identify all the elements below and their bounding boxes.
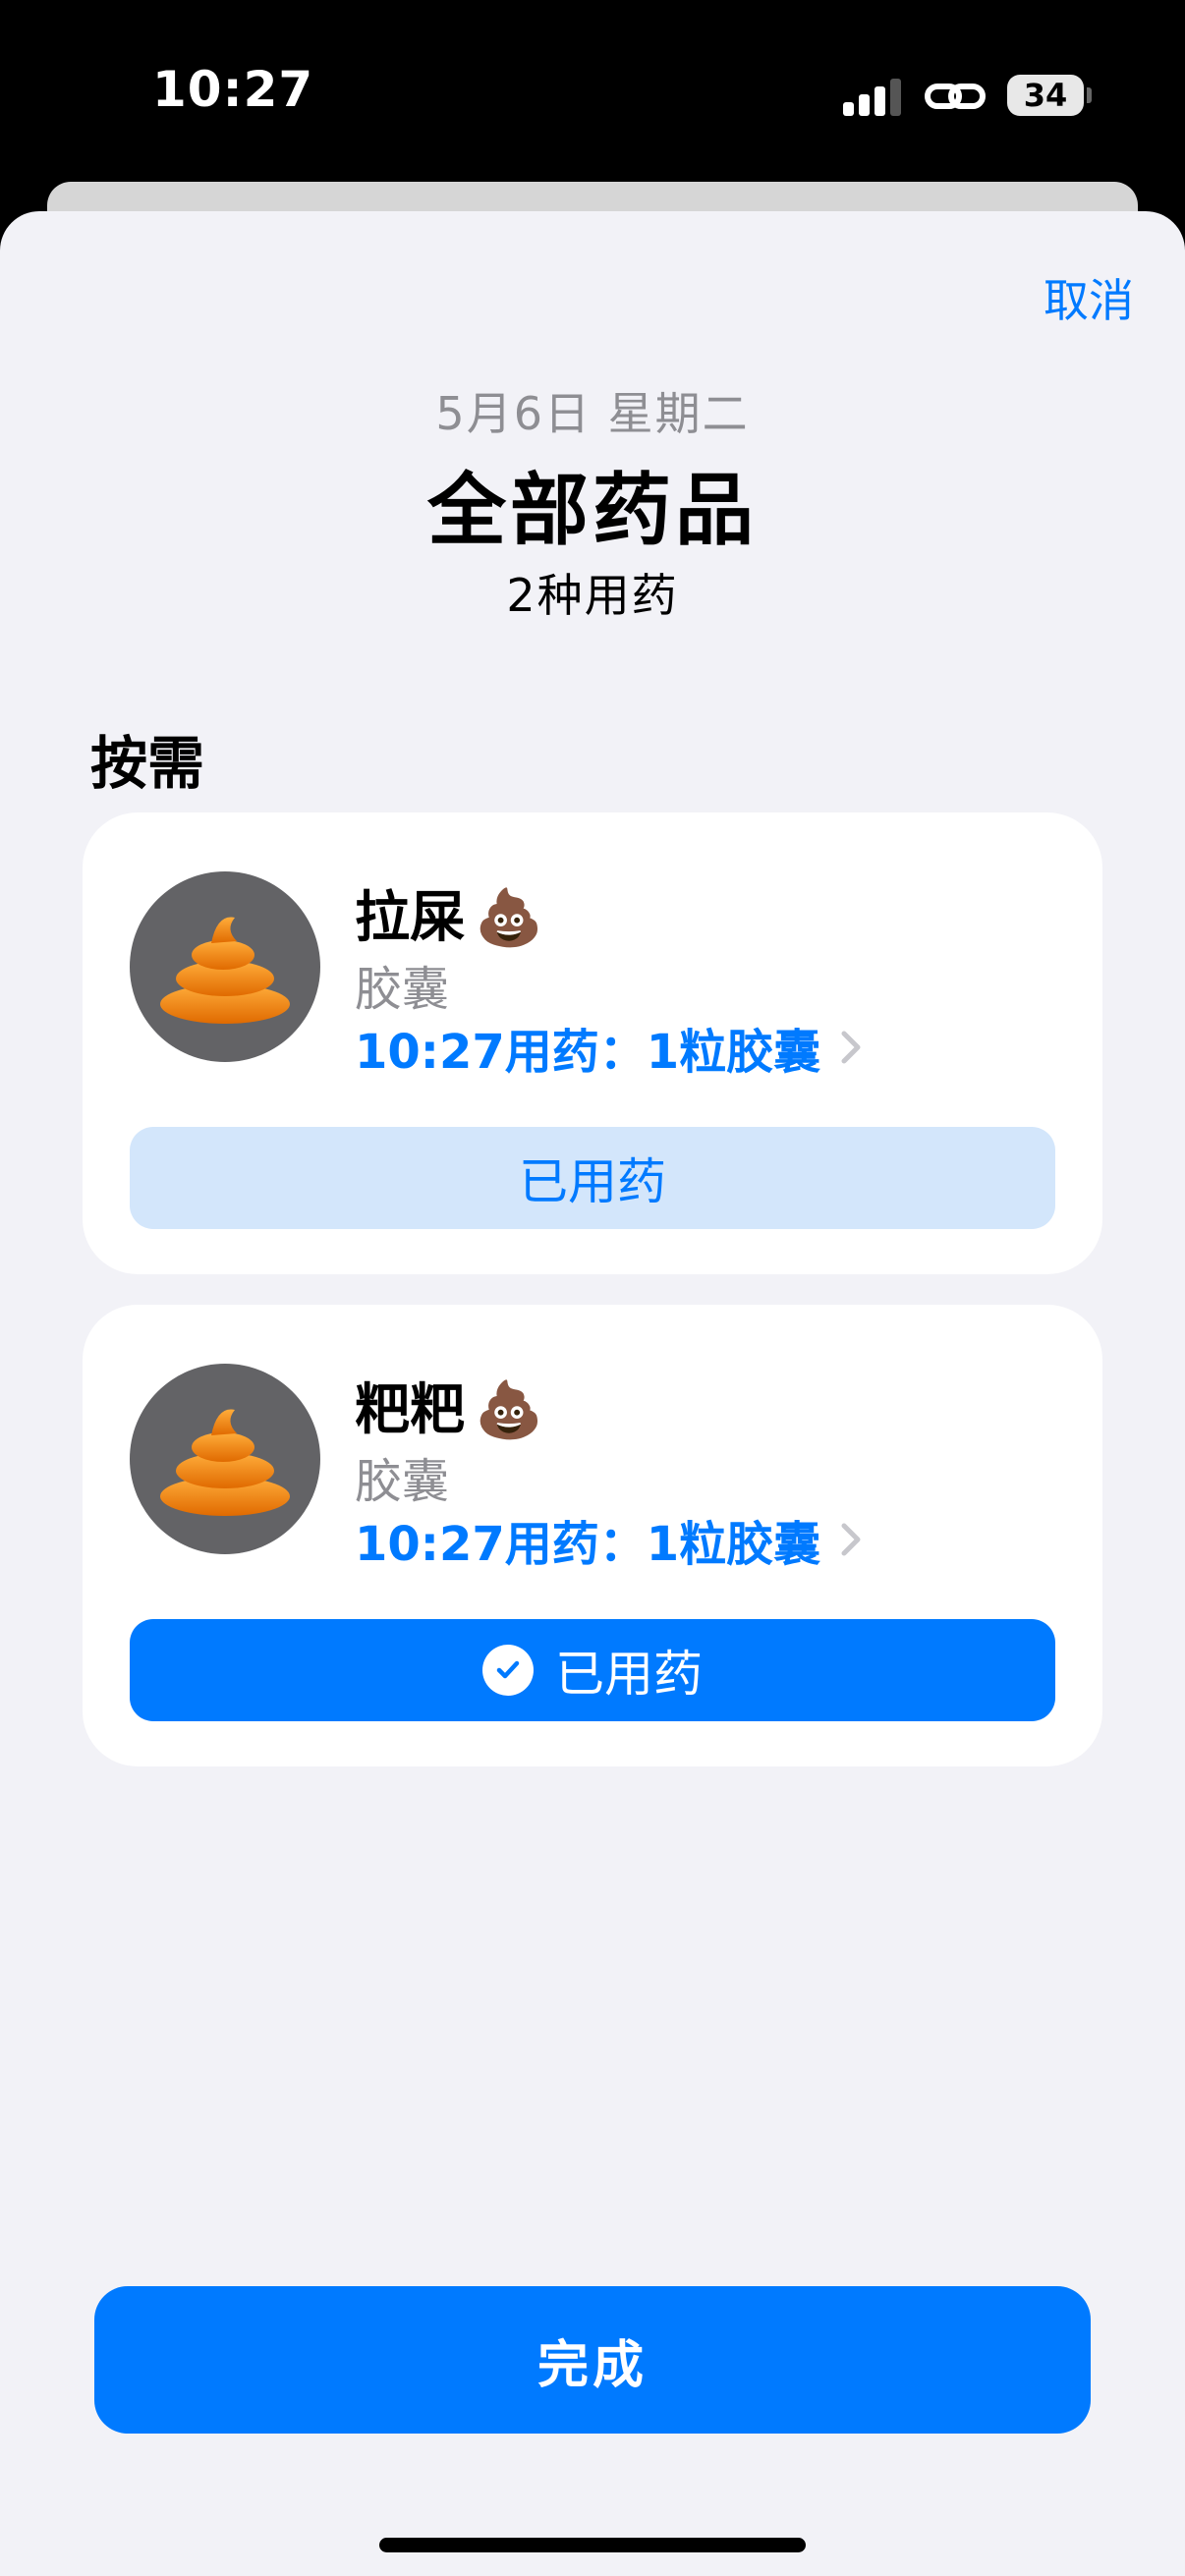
status-time: 10:27 bbox=[152, 61, 314, 118]
cancel-button[interactable]: 取消 bbox=[1044, 265, 1134, 330]
page-title: 全部药品 bbox=[427, 465, 758, 556]
medication-avatar bbox=[130, 871, 320, 1062]
section-title: 按需 bbox=[90, 730, 205, 797]
taken-button[interactable]: 已用药 bbox=[130, 1619, 1055, 1721]
dose-link[interactable]: 10:27用药：1粒胶囊 bbox=[355, 1013, 862, 1082]
dose-link[interactable]: 10:27用药：1粒胶囊 bbox=[355, 1505, 862, 1574]
checkmark-circle-icon bbox=[482, 1645, 534, 1696]
medication-card: 粑粑 💩 胶囊 10:27用药：1粒胶囊 已用药 bbox=[83, 1305, 1102, 1766]
medication-name: 粑粑 💩 bbox=[355, 1366, 543, 1445]
chevron-right-icon bbox=[841, 1523, 861, 1556]
poop-emoji-icon: 💩 bbox=[475, 886, 543, 950]
medication-count: 2种用药 bbox=[506, 569, 679, 622]
dose-text: 10:27用药：1粒胶囊 bbox=[355, 1517, 821, 1572]
date-label: 5月6日 星期二 bbox=[435, 387, 750, 440]
link-icon bbox=[925, 84, 986, 109]
home-indicator bbox=[379, 2538, 806, 2552]
battery-icon: 34 bbox=[1007, 75, 1084, 116]
battery-level: 34 bbox=[1023, 77, 1068, 114]
mark-taken-button[interactable]: 已用药 bbox=[130, 1127, 1055, 1229]
chevron-right-icon bbox=[841, 1031, 861, 1064]
medication-name: 拉屎 💩 bbox=[355, 873, 543, 953]
poop-swirl-icon bbox=[160, 917, 290, 1024]
medication-card: 拉屎 💩 胶囊 10:27用药：1粒胶囊 已用药 bbox=[83, 812, 1102, 1274]
cellular-signal-icon bbox=[843, 77, 902, 116]
medication-name-text: 粑粑 bbox=[355, 1378, 465, 1442]
done-label: 完成 bbox=[536, 2335, 648, 2395]
medication-avatar bbox=[130, 1364, 320, 1554]
poop-emoji-icon: 💩 bbox=[475, 1378, 543, 1442]
taken-label: 已用药 bbox=[555, 1646, 703, 1703]
battery-tip bbox=[1087, 87, 1092, 103]
dose-text: 10:27用药：1粒胶囊 bbox=[355, 1025, 821, 1080]
medication-name-text: 拉屎 bbox=[355, 886, 465, 950]
done-button[interactable]: 完成 bbox=[94, 2286, 1091, 2434]
medication-type: 胶囊 bbox=[355, 962, 450, 1017]
mark-taken-label: 已用药 bbox=[519, 1153, 666, 1210]
medication-type: 胶囊 bbox=[355, 1454, 450, 1509]
poop-swirl-icon bbox=[160, 1409, 290, 1516]
status-bar: 10:27 34 bbox=[0, 0, 1185, 182]
